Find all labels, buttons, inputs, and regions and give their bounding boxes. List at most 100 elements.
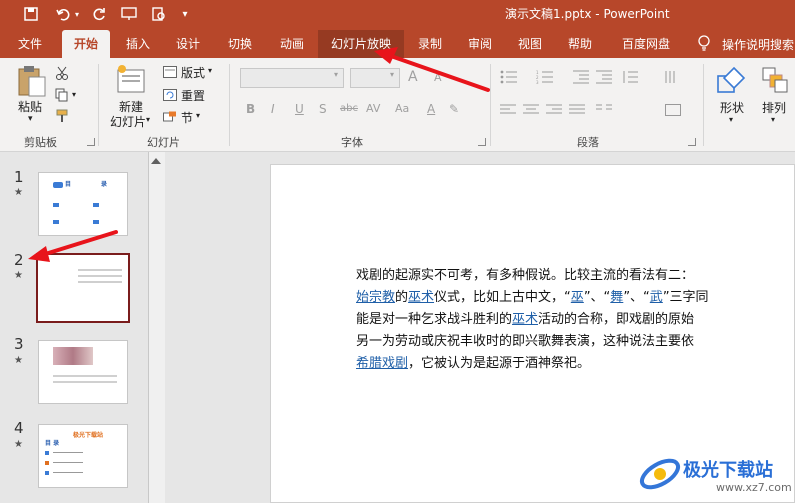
tab-slideshow[interactable]: 幻灯片放映 — [318, 30, 404, 58]
thumbnail-scrollbar[interactable] — [148, 152, 165, 503]
tab-home[interactable]: 开始 — [62, 30, 110, 58]
new-slide-dropdown-icon[interactable]: ▾ — [146, 115, 150, 124]
line-spacing-icon[interactable] — [622, 70, 638, 84]
copy-icon[interactable] — [55, 88, 69, 102]
increase-indent-icon[interactable] — [596, 70, 612, 84]
align-right-icon[interactable] — [546, 104, 562, 116]
shapes-button[interactable]: 形状 — [720, 99, 744, 116]
font-color-button[interactable]: A — [427, 102, 435, 116]
format-painter-icon[interactable] — [55, 109, 69, 123]
link-witchcraft[interactable]: 巫术 — [408, 290, 434, 305]
customize-icon[interactable]: ▾ — [178, 4, 192, 24]
slide-thumbnail-2[interactable] — [36, 253, 130, 323]
arrange-button[interactable]: 排列 — [762, 99, 786, 116]
link-dance[interactable]: 舞 — [610, 290, 623, 305]
separator — [703, 64, 704, 146]
strikethrough-button[interactable]: abc — [340, 103, 358, 114]
font-name-select[interactable] — [240, 68, 344, 88]
grow-font-button[interactable]: A — [408, 69, 418, 85]
new-slide-label-2[interactable]: 幻灯片 — [110, 113, 146, 130]
cut-icon[interactable] — [55, 66, 69, 80]
section-button[interactable]: 节 — [181, 109, 193, 126]
shrink-font-button[interactable]: A — [434, 71, 442, 84]
section-dropdown-icon[interactable]: ▾ — [196, 111, 200, 120]
link-greek-drama[interactable]: 希腊戏剧 — [356, 356, 408, 371]
tab-insert[interactable]: 插入 — [118, 30, 158, 58]
clear-format-icon[interactable]: ✎ — [449, 102, 459, 116]
undo-dropdown-icon[interactable]: ▾ — [73, 4, 81, 24]
layout-dropdown-icon[interactable]: ▾ — [208, 66, 212, 75]
slide-text-line-5[interactable]: 希腊戏剧，它被认为是起源于酒神祭祀。 — [356, 355, 590, 373]
link-primitive-religion[interactable]: 始宗教 — [356, 290, 395, 305]
tab-transitions[interactable]: 切换 — [220, 30, 260, 58]
slide-editor[interactable]: 戏剧的起源实不可考，有多种假说。比较主流的看法有二： 始宗教的巫术仪式，比如上古… — [270, 164, 795, 503]
columns-icon[interactable] — [596, 104, 612, 116]
reset-icon — [163, 89, 177, 101]
shadow-button[interactable]: S — [319, 102, 327, 116]
arrange-dropdown-icon[interactable]: ▾ — [771, 115, 775, 124]
link-martial[interactable]: 武 — [650, 290, 663, 305]
arrange-icon[interactable] — [761, 66, 789, 94]
layout-button[interactable]: 版式 — [181, 64, 205, 81]
align-center-icon[interactable] — [523, 104, 539, 116]
slide-thumbnail-1[interactable]: 目 录 — [38, 172, 128, 236]
save-icon[interactable] — [20, 4, 42, 24]
tab-design[interactable]: 设计 — [168, 30, 208, 58]
slide-text-line-2[interactable]: 始宗教的巫术仪式，比如上古中文，“巫”、“舞”、“武”三字同 — [356, 289, 709, 307]
svg-text:3: 3 — [536, 80, 539, 84]
link-witchcraft-2[interactable]: 巫术 — [512, 312, 538, 327]
tab-baidu-netdisk[interactable]: 百度网盘 — [614, 30, 678, 58]
tab-review[interactable]: 审阅 — [460, 30, 500, 58]
char-spacing-button[interactable]: AV — [366, 102, 380, 115]
align-left-icon[interactable] — [500, 104, 516, 116]
text-direction-icon[interactable] — [665, 70, 681, 84]
paste-button[interactable]: 粘贴 — [18, 98, 42, 115]
scroll-up-arrow-icon[interactable] — [151, 158, 161, 164]
slide-text-line-1[interactable]: 戏剧的起源实不可考，有多种假说。比较主流的看法有二： — [356, 267, 694, 285]
bullets-icon[interactable] — [500, 70, 518, 84]
shapes-icon[interactable] — [716, 66, 748, 96]
underline-button[interactable]: U — [295, 102, 304, 116]
slide-text-line-4[interactable]: 另一为劳动或庆祝丰收时的即兴歌舞表演，这种说法主要依 — [356, 333, 694, 351]
font-size-dropdown-icon[interactable]: ▾ — [390, 70, 394, 79]
slide-text-line-3[interactable]: 能是对一种乞求战斗胜利的巫术活动的合称，即戏剧的原始 — [356, 311, 694, 329]
tab-help[interactable]: 帮助 — [560, 30, 600, 58]
present-icon[interactable] — [118, 4, 140, 24]
shapes-dropdown-icon[interactable]: ▾ — [729, 115, 733, 124]
tab-file[interactable]: 文件 — [10, 30, 50, 58]
clipboard-launcher[interactable] — [87, 138, 95, 146]
bold-button[interactable]: B — [246, 102, 255, 116]
italic-button[interactable]: I — [271, 102, 275, 116]
tell-me-search[interactable]: 操作说明搜索 — [722, 36, 794, 53]
paste-icon[interactable] — [16, 64, 48, 98]
thumb-line — [78, 275, 122, 277]
numbering-icon[interactable]: 123 — [536, 70, 554, 84]
transition-star-icon: ★ — [14, 187, 23, 198]
undo-icon[interactable] — [52, 4, 74, 24]
tab-animations[interactable]: 动画 — [272, 30, 312, 58]
paragraph-launcher[interactable] — [688, 138, 696, 146]
align-text-icon[interactable] — [665, 104, 681, 116]
font-launcher[interactable] — [478, 138, 486, 146]
slide-thumbnail-4[interactable]: 极光下载站 目 录 — [38, 424, 128, 488]
text-span: 仪式，比如上古中文，“ — [434, 290, 571, 305]
font-name-dropdown-icon[interactable]: ▾ — [334, 70, 338, 79]
reset-button[interactable]: 重置 — [181, 87, 205, 104]
preview-icon[interactable] — [148, 4, 170, 24]
change-case-button[interactable]: Aa — [395, 102, 409, 115]
justify-icon[interactable] — [569, 104, 585, 116]
link-wu[interactable]: 巫 — [571, 290, 584, 305]
redo-icon[interactable] — [88, 4, 110, 24]
tab-record[interactable]: 录制 — [410, 30, 450, 58]
slide-number: 3 — [14, 335, 24, 353]
separator — [490, 64, 491, 146]
paste-dropdown-icon[interactable]: ▾ — [28, 114, 33, 124]
decrease-indent-icon[interactable] — [573, 70, 589, 84]
thumb-block — [93, 220, 99, 224]
copy-dropdown-icon[interactable]: ▾ — [72, 90, 76, 99]
slide-thumbnail-3[interactable] — [38, 340, 128, 404]
tab-view[interactable]: 视图 — [510, 30, 550, 58]
new-slide-icon[interactable] — [116, 64, 148, 96]
group-label-paragraph: 段落 — [577, 136, 599, 149]
thumb-block — [53, 220, 59, 224]
